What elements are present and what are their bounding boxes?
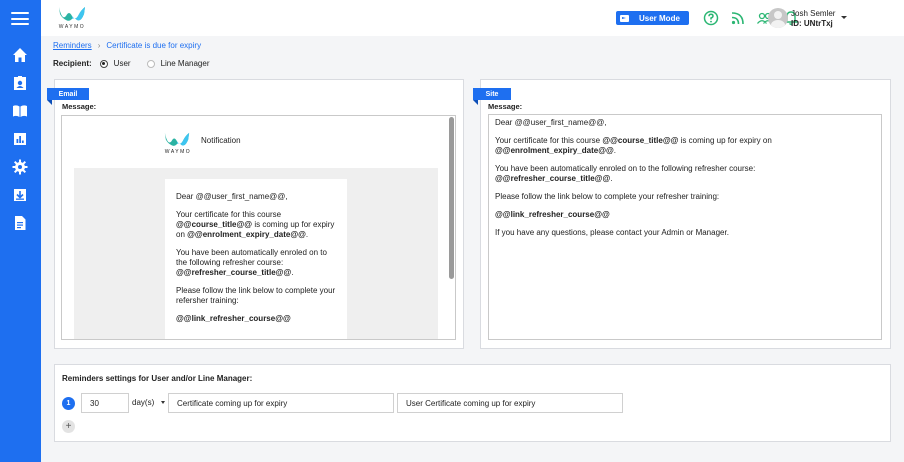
recipient-selector: Recipient: User Line Manager: [53, 59, 225, 68]
chart-icon[interactable]: [11, 130, 29, 148]
user-info[interactable]: Josh Semler ID: UNtrTxj: [791, 9, 835, 29]
waymo-logo[interactable]: WAYMO: [57, 5, 87, 30]
breadcrumb-current: Certificate is due for expiry: [106, 41, 202, 50]
email-message-label: Message:: [62, 102, 97, 111]
user-mode-label: User Mode: [639, 13, 680, 23]
home-icon[interactable]: [11, 46, 29, 64]
site-greeting: Dear @@user_first_name@@,: [495, 118, 607, 127]
radio-user-label: User: [113, 59, 131, 68]
download-icon[interactable]: [11, 186, 29, 204]
recipient-option-line-manager[interactable]: Line Manager: [146, 59, 210, 68]
rss-icon[interactable]: [730, 10, 746, 26]
user-id: ID: UNtrTxj: [791, 19, 833, 28]
library-icon[interactable]: [11, 102, 29, 120]
site-tag: Site: [473, 88, 511, 105]
settings-title: Reminders settings for User and/or Line …: [62, 374, 253, 383]
chevron-down-icon[interactable]: [841, 16, 847, 19]
notification-title: Notification: [201, 136, 241, 145]
site-paragraph-3: Please follow the link below to complete…: [495, 192, 720, 201]
sidebar: [0, 0, 41, 462]
site-message-label: Message:: [488, 102, 523, 111]
email-waymo-logo: WAYMO: [163, 131, 193, 155]
badge-icon[interactable]: [11, 74, 29, 92]
switch-icon: [620, 14, 629, 22]
radio-user[interactable]: [99, 59, 108, 68]
breadcrumb-reminders-link[interactable]: Reminders: [53, 41, 92, 50]
site-subject-input[interactable]: User Certificate coming up for expiry: [397, 393, 623, 413]
reminder-row-number: 1: [62, 397, 75, 410]
days-input[interactable]: 30: [81, 393, 129, 413]
site-paragraph-5: If you have any questions, please contac…: [495, 228, 729, 237]
email-logo-wordmark: WAYMO: [164, 149, 192, 155]
email-paragraph-1: Your certificate for this course @@cours…: [176, 210, 335, 239]
recipient-label: Recipient:: [53, 59, 92, 68]
breadcrumb-separator: ›: [97, 41, 101, 50]
user-mode-button[interactable]: User Mode: [616, 11, 689, 25]
site-paragraph-2: You have been automatically enroled on t…: [495, 164, 756, 183]
email-link-placeholder: @@link_refresher_course@@: [176, 314, 291, 323]
menu-icon[interactable]: [11, 12, 29, 25]
recipient-option-user[interactable]: User: [99, 59, 131, 68]
email-greeting: Dear @@user_first_name@@,: [176, 192, 288, 201]
document-icon[interactable]: [11, 214, 29, 232]
breadcrumb: Reminders › Certificate is due for expiry: [53, 41, 201, 50]
email-body: Dear @@user_first_name@@, Your certifica…: [165, 179, 347, 339]
logo-wordmark: WAYMO: [58, 24, 86, 30]
add-reminder-button[interactable]: +: [62, 420, 75, 433]
days-unit-label: day(s): [132, 398, 155, 407]
radio-line-manager-label: Line Manager: [160, 59, 210, 68]
email-tag: Email: [47, 88, 89, 105]
avatar[interactable]: [768, 8, 788, 28]
top-bar: WAYMO User Mode Josh Semler ID: UNtrTxj: [41, 0, 904, 36]
site-link-placeholder: @@link_refresher_course@@: [495, 210, 610, 219]
chevron-down-icon: [161, 401, 166, 404]
site-paragraph-1: Your certificate for this course @@cours…: [495, 136, 772, 155]
days-unit-select[interactable]: day(s): [132, 398, 166, 407]
email-paragraph-3: Please follow the link below to complete…: [176, 286, 336, 305]
radio-line-manager[interactable]: [146, 59, 155, 68]
gear-icon[interactable]: [11, 158, 29, 176]
site-message-editor[interactable]: Dear @@user_first_name@@, Your certifica…: [488, 114, 882, 340]
help-icon[interactable]: [703, 10, 719, 26]
user-name: Josh Semler: [791, 9, 836, 18]
email-subject-input[interactable]: Certificate coming up for expiry: [168, 393, 394, 413]
email-paragraph-2: You have been automatically enroled on t…: [176, 248, 327, 277]
email-preview[interactable]: WAYMO Notification Dear @@user_first_nam…: [61, 115, 456, 340]
email-scrollbar[interactable]: [449, 117, 454, 279]
